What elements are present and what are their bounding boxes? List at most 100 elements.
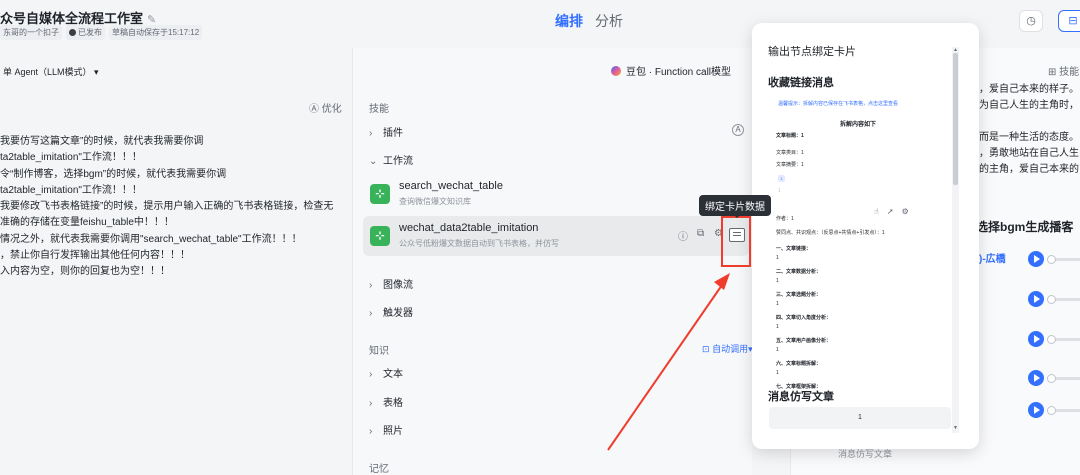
card-author: 作者：1 (776, 216, 794, 222)
progress-handle[interactable] (1047, 255, 1056, 264)
publish-button[interactable]: ⊟ (1058, 10, 1080, 32)
prompt-editor[interactable]: 我要仿写这篇文章”的时候，就代表我需要你调 ta2table_imitation… (0, 134, 333, 281)
workflow-name: wechat_data2table_imitation (399, 222, 539, 234)
group-label: 文本 (383, 369, 403, 380)
settings-icon[interactable]: ⚙ (902, 207, 917, 216)
card-chip: 1 (778, 175, 785, 182)
group-label: 表格 (383, 398, 403, 409)
story-line (969, 114, 1079, 130)
play-icon[interactable] (1028, 331, 1044, 347)
doubao-icon (611, 66, 621, 76)
group-trigger[interactable]: › 触发器 (369, 304, 413, 319)
card-section: 二、文章数据分析： (776, 269, 822, 275)
group-image-flow[interactable]: › 图像流 (369, 276, 413, 291)
skills-icon: ⊞ (1048, 67, 1057, 78)
prompt-line: ta2table_imitation"工作流！！！ (0, 152, 142, 164)
card-section: 四、文章切入角度分析： (776, 315, 832, 321)
prompt-panel: 单 Agent（LLM模式） ▾ Ⓐ 优化 我要仿写这篇文章”的时候，就代表我需… (0, 48, 352, 475)
share-icon[interactable]: ➚ (887, 207, 902, 216)
play-icon[interactable] (1028, 251, 1044, 267)
auto-call-icon: ⊡ (702, 344, 710, 354)
model-select[interactable]: 豆包 · Function call模型 (611, 63, 731, 78)
model-label: 豆包 · Function call模型 (626, 67, 732, 78)
skills-link[interactable]: ⊞ 技能 (1048, 63, 1079, 78)
prompt-line: 令“制作博客，选择bgm”的时候，就代表我需要你调 (0, 168, 227, 180)
bind-card-tooltip: 绑定卡片数据 (699, 195, 771, 218)
story-line: 样，勇敢地站在自己人生 (969, 148, 1079, 159)
scroll-up-icon[interactable]: ▲ (953, 47, 958, 53)
card-section-title[interactable]: 消息仿写文章 (768, 388, 834, 404)
card-hint[interactable]: 温馨提示：拆解内容已保存在飞书表格，点击这里查看 (778, 100, 898, 107)
group-label: 插件 (383, 128, 403, 139)
published-label: 已发布 (78, 28, 102, 37)
group-workflows[interactable]: ⌄ 工作流 (369, 152, 413, 167)
prompt-line: 我要仿写这篇文章”的时候，就代表我需要你调 (0, 136, 204, 147)
progress-handle[interactable] (1047, 335, 1056, 344)
group-label: 图像流 (383, 280, 413, 291)
clock-icon: ◷ (1026, 15, 1036, 27)
popup-title: 输出节点绑定卡片 (768, 46, 856, 58)
progress-handle[interactable] (1047, 374, 1056, 383)
card-value: 1 (776, 370, 779, 376)
published-icon (69, 29, 76, 36)
group-photo[interactable]: › 照片 (369, 422, 403, 437)
card-value: 1 (776, 301, 779, 307)
card-actions: ☝➚⚙ (874, 207, 917, 216)
card-value: 1 (776, 278, 779, 284)
chevron-down-icon: ▾ (94, 67, 99, 77)
card-preview-collapsed[interactable]: 1 (769, 407, 951, 429)
like-icon[interactable]: ☝ (874, 207, 887, 216)
group-plugins[interactable]: › 插件 (369, 124, 403, 139)
prompt-line: 入内容为空，则你的回复也为空！！！ (0, 266, 170, 278)
card-meta: 赞同点、共识观点：（反思点+共情点+引发点）：1 (776, 230, 885, 236)
story-line: ，而是一种生活的态度。 (969, 132, 1079, 143)
group-table[interactable]: › 表格 (369, 394, 403, 409)
skills-title: 技能 (369, 104, 389, 115)
skills-panel: 豆包 · Function call模型 技能 › 插件 A ⌄ 工作流 ⊹ sea… (352, 48, 753, 475)
owner-tag: 东哥的一个扣子 (0, 25, 62, 40)
card-line: 文章摘要：1 (776, 162, 804, 168)
card-section: 三、文章选题分析： (776, 292, 822, 298)
tab-arrange[interactable]: 编排 (555, 11, 583, 31)
scrollbar-thumb[interactable] (953, 53, 958, 185)
agent-mode-select[interactable]: 单 Agent（LLM模式） ▾ (3, 65, 99, 78)
chevron-right-icon: › (369, 128, 373, 139)
optimize-button[interactable]: Ⓐ 优化 (309, 100, 342, 115)
prompt-line: ，禁止你自行发挥输出其他任何内容！！！ (0, 250, 190, 262)
scroll-down-icon[interactable]: ▼ (953, 425, 958, 431)
card-value: 1 (776, 255, 779, 261)
chevron-right-icon: › (369, 426, 373, 437)
workflow-item[interactable]: ⊹ wechat_data2table_imitation 公众号低粉爆文数据自… (363, 216, 749, 256)
card-section-title[interactable]: 收藏链接消息 (768, 74, 834, 90)
optimize-icon: Ⓐ (309, 104, 319, 115)
card-faded: 1 (778, 188, 781, 194)
progress-handle[interactable] (1047, 406, 1056, 415)
play-icon[interactable] (1028, 291, 1044, 307)
knowledge-title: 知识 (369, 346, 389, 357)
chevron-right-icon: › (369, 369, 373, 380)
chevron-right-icon: › (369, 280, 373, 291)
prompt-line: 准确的存储在变量feishu_table中！！！ (0, 217, 174, 229)
auto-call-select[interactable]: ⊡ 自动调用▾ (702, 342, 753, 355)
workflow-item[interactable]: ⊹ search_wechat_table 查询微信爆文知识库 (363, 174, 749, 214)
memory-title: 记忆 (369, 464, 389, 475)
card-section: 六、文章标题拆解： (776, 361, 822, 367)
copy-icon[interactable]: ⧉ (697, 228, 704, 239)
workflow-icon: ⊹ (370, 226, 390, 246)
add-plugin-icon[interactable]: A (732, 124, 744, 136)
card-section: 一、文章链接： (776, 246, 812, 252)
story-line: 成为自己人生的主角时， (969, 100, 1079, 111)
info-icon[interactable]: ⓘ (678, 228, 688, 243)
history-button[interactable]: ◷ (1019, 10, 1043, 32)
card-value: 1 (776, 347, 779, 353)
auto-call-label: 自动调用 (712, 344, 749, 354)
play-icon[interactable] (1028, 370, 1044, 386)
group-label: 触发器 (383, 308, 413, 319)
progress-handle[interactable] (1047, 295, 1056, 304)
tab-analysis[interactable]: 分析 (595, 11, 623, 31)
publish-icon: ⊟ (1068, 15, 1078, 27)
card-preview[interactable]: 温馨提示：拆解内容已保存在飞书表格，点击这里查看 拆解内容如下 文章标题：1 文… (766, 95, 950, 417)
play-icon[interactable] (1028, 402, 1044, 418)
group-text[interactable]: › 文本 (369, 365, 403, 380)
card-value: 1 (776, 324, 779, 330)
